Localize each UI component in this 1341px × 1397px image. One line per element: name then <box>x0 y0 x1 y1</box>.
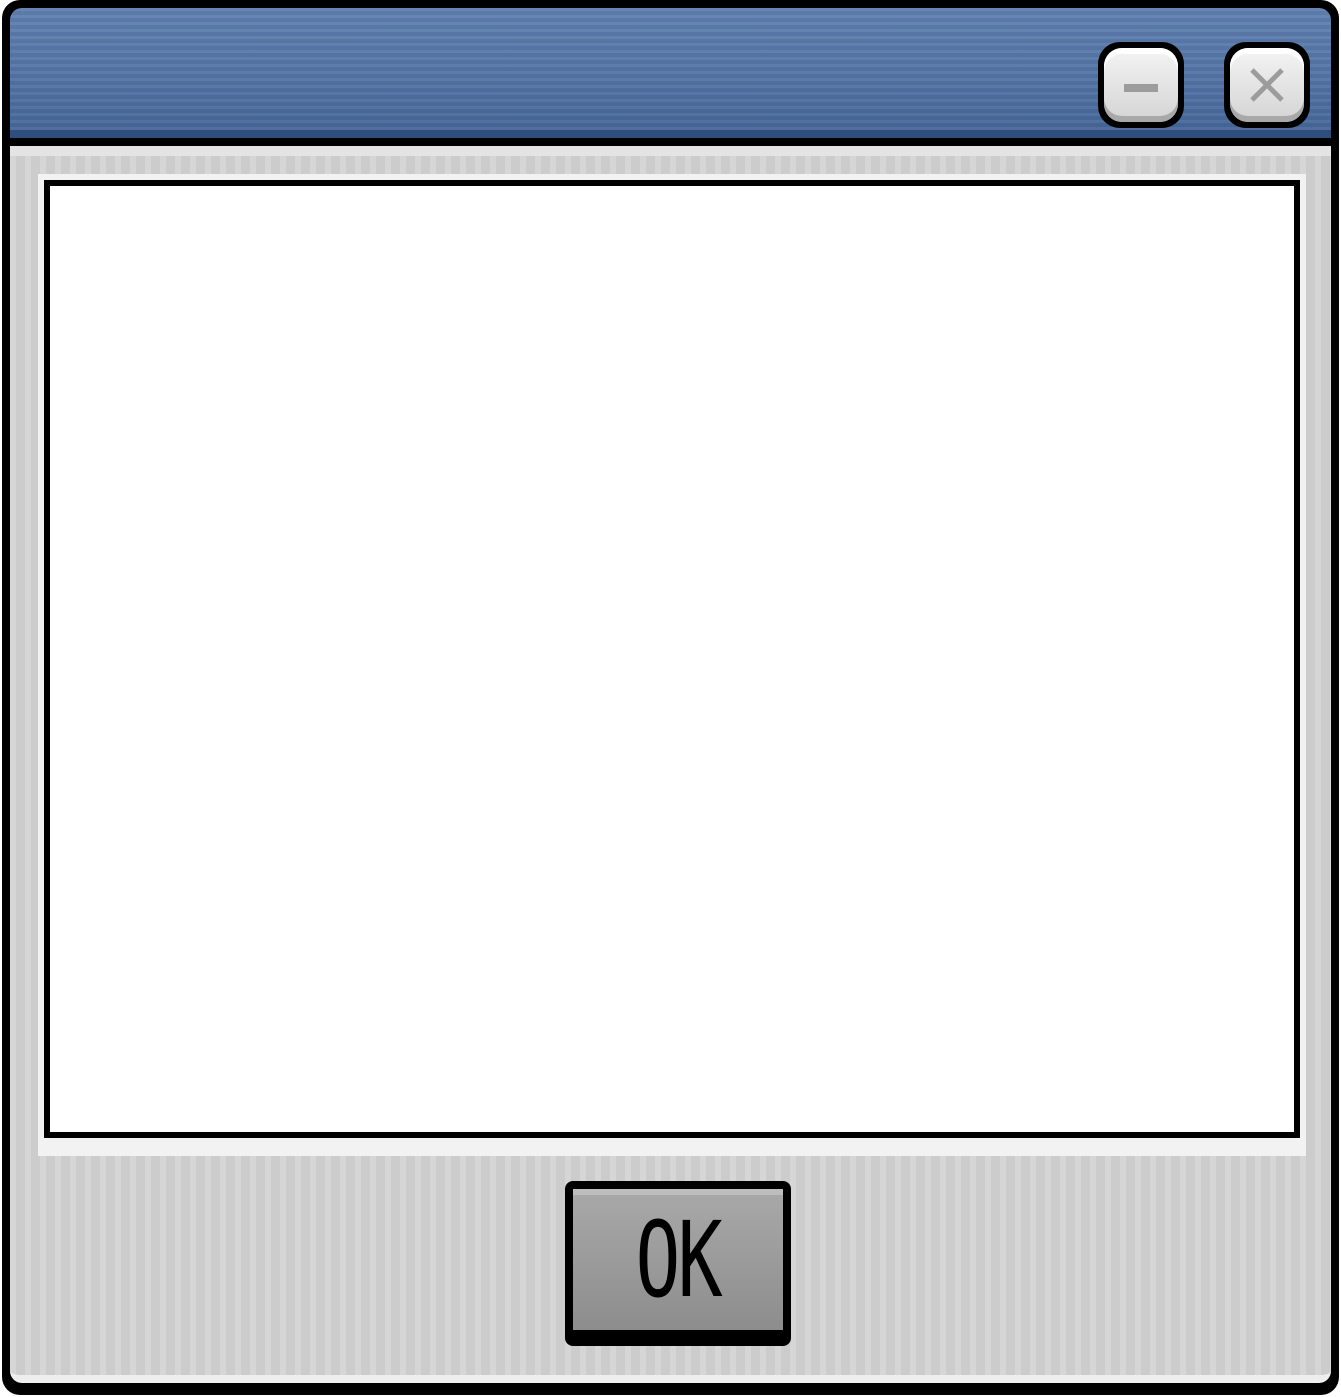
title-bar[interactable] <box>10 8 1331 138</box>
dialog-window: OK <box>2 0 1339 1395</box>
ok-label: OK <box>635 1198 723 1321</box>
content-area <box>44 180 1300 1138</box>
close-button[interactable] <box>1224 42 1310 128</box>
close-icon <box>1230 48 1304 122</box>
minimize-button[interactable] <box>1098 42 1184 128</box>
ok-button[interactable]: OK <box>565 1181 791 1346</box>
minimize-icon <box>1104 48 1178 122</box>
dialog-body: OK <box>10 146 1331 1383</box>
content-frame <box>38 174 1306 1156</box>
